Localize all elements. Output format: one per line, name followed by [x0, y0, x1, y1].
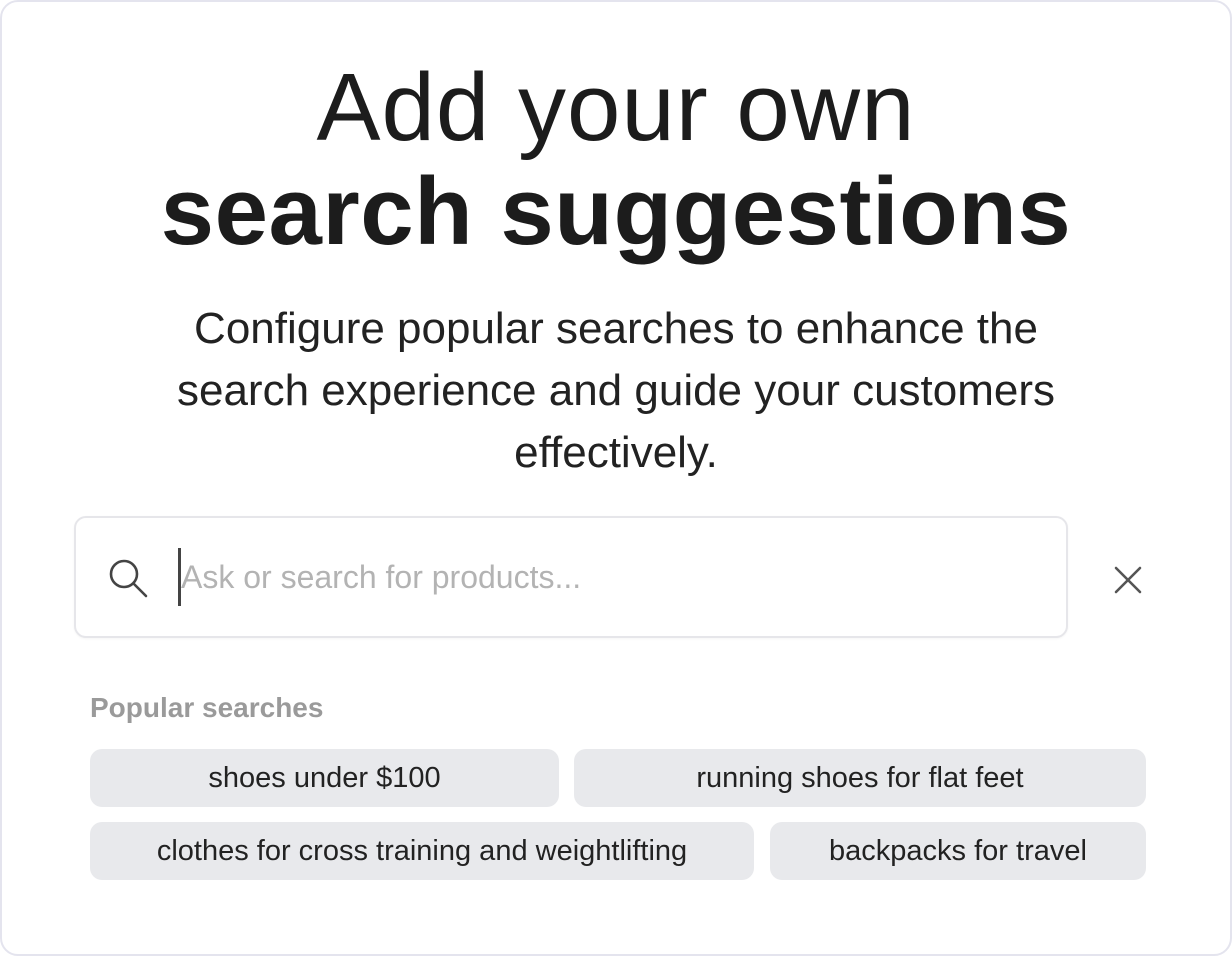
popular-searches-label: Popular searches: [90, 692, 324, 723]
popular-search-chip[interactable]: running shoes for flat feet: [574, 749, 1146, 807]
popular-search-chip[interactable]: backpacks for travel: [770, 822, 1146, 880]
page-title-line-2: search suggestions: [160, 158, 1072, 265]
page-description: Configure popular searches to enhance th…: [176, 304, 1056, 477]
search-input[interactable]: [178, 548, 1041, 606]
close-icon[interactable]: [1106, 558, 1150, 602]
search-icon: [109, 559, 148, 598]
search-box[interactable]: [74, 516, 1068, 638]
page-title: Add your own search suggestions: [0, 56, 1232, 264]
page-title-line-1: Add your own: [316, 54, 916, 161]
popular-search-chip[interactable]: clothes for cross training and weightlif…: [90, 822, 754, 880]
popular-search-chip[interactable]: shoes under $100: [90, 749, 559, 807]
